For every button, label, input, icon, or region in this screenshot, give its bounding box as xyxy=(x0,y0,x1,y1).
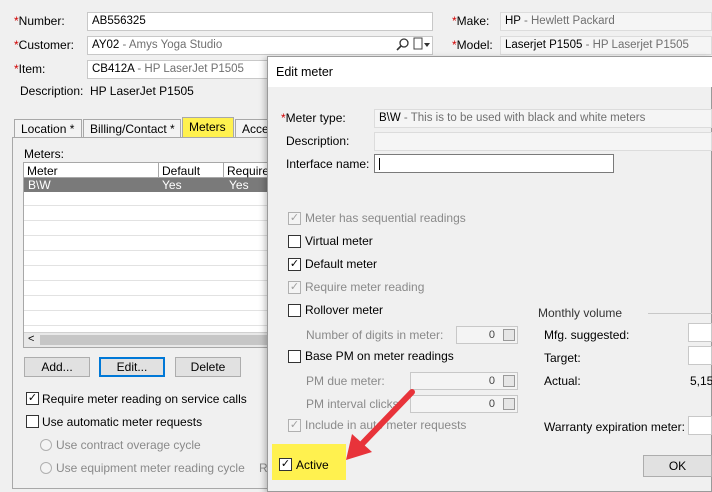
warranty-label: Warranty expiration meter: xyxy=(544,420,685,434)
meter-type-label: *Meter type: xyxy=(281,111,346,125)
number-label: *Number: xyxy=(14,14,65,28)
model-label: *Model: xyxy=(452,38,493,52)
base-pm-checkbox[interactable] xyxy=(288,350,301,363)
search-icon[interactable] xyxy=(396,38,410,52)
meter-type-field[interactable]: B\W - This is to be used with black and … xyxy=(374,109,712,128)
include-auto-checkbox[interactable]: ✓ xyxy=(288,419,301,432)
rollover-meter-label: Rollover meter xyxy=(305,303,384,317)
text-cursor xyxy=(379,158,380,170)
cell-required: Yes xyxy=(229,178,249,192)
empty-row xyxy=(24,222,270,236)
tab-billing-contact[interactable]: Billing/Contact * xyxy=(83,119,181,137)
require-meter-reading-checkbox[interactable]: ✓ xyxy=(288,281,301,294)
virtual-meter-label: Virtual meter xyxy=(305,234,373,248)
active-checkbox[interactable]: ✓ xyxy=(279,458,292,471)
rollover-meter-checkbox[interactable] xyxy=(288,304,301,317)
grid-header: Meter Default Required xyxy=(24,163,276,178)
equipment-cycle-radio[interactable] xyxy=(40,462,52,474)
base-pm-label: Base PM on meter readings xyxy=(305,349,454,363)
calculator-icon[interactable] xyxy=(503,329,515,341)
sequential-checkbox[interactable]: ✓ xyxy=(288,212,301,225)
mfg-suggested-input[interactable] xyxy=(688,323,712,342)
table-row[interactable]: B\W Yes Yes xyxy=(24,178,270,192)
group-divider xyxy=(648,313,712,314)
interface-name-label: Interface name: xyxy=(286,157,370,171)
target-label: Target: xyxy=(544,351,581,365)
calculator-icon[interactable] xyxy=(503,375,515,387)
mfg-suggested-label: Mfg. suggested: xyxy=(544,328,630,342)
meters-label: Meters: xyxy=(24,147,65,161)
digits-input[interactable]: 0 xyxy=(456,326,518,344)
empty-row xyxy=(24,252,270,266)
actual-label: Actual: xyxy=(544,374,581,388)
customer-label: *Customer: xyxy=(14,38,75,52)
cell-meter: B\W xyxy=(28,178,51,192)
ok-button[interactable]: OK xyxy=(643,455,712,477)
empty-row xyxy=(24,237,270,251)
calculator-icon[interactable] xyxy=(503,398,515,410)
column-meter[interactable]: Meter xyxy=(27,164,58,178)
dialog-description-label: Description: xyxy=(286,134,350,148)
interface-name-input[interactable] xyxy=(374,154,614,173)
make-label: *Make: xyxy=(452,14,490,28)
scroll-left-arrow[interactable]: < xyxy=(28,333,34,345)
empty-row xyxy=(24,207,270,221)
item-field[interactable]: CB412A - HP LaserJet P1505 xyxy=(87,60,277,79)
auto-requests-checkbox[interactable] xyxy=(26,415,39,428)
require-reading-label: Require meter reading on service calls xyxy=(42,392,247,406)
virtual-meter-checkbox[interactable] xyxy=(288,235,301,248)
auto-requests-label: Use automatic meter requests xyxy=(42,415,203,429)
delete-button[interactable]: Delete xyxy=(175,357,241,377)
dialog-description-field[interactable] xyxy=(374,132,712,151)
description-value: HP LaserJet P1505 xyxy=(90,84,194,98)
model-field[interactable]: Laserjet P1505 - HP Laserjet P1505 xyxy=(500,36,712,55)
empty-row xyxy=(24,192,270,206)
empty-row xyxy=(24,282,270,296)
contract-overage-radio[interactable] xyxy=(40,439,52,451)
require-reading-checkbox[interactable]: ✓ xyxy=(26,392,39,405)
horizontal-scrollbar[interactable]: < xyxy=(24,332,270,347)
tab-location[interactable]: Location * xyxy=(14,119,82,137)
description-label: Description: xyxy=(20,84,84,98)
empty-row xyxy=(24,267,270,281)
cell-default: Yes xyxy=(162,178,182,192)
dialog-titlebar: Edit meter xyxy=(268,57,712,87)
document-dropdown-icon[interactable] xyxy=(413,37,431,52)
empty-row xyxy=(24,297,270,311)
digits-label: Number of digits in meter: xyxy=(306,328,444,342)
empty-row xyxy=(24,312,270,326)
make-field[interactable]: HP - Hewlett Packard xyxy=(500,12,712,31)
actual-value: 5,15 xyxy=(690,374,712,388)
equipment-cycle-label: Use equipment meter reading cycle xyxy=(56,461,245,475)
active-label: Active xyxy=(296,458,329,472)
sequential-label: Meter has sequential readings xyxy=(305,211,466,225)
add-button[interactable]: Add... xyxy=(24,357,90,377)
contract-overage-label: Use contract overage cycle xyxy=(56,438,201,452)
monthly-volume-heading: Monthly volume xyxy=(538,306,623,320)
scrollbar-thumb[interactable] xyxy=(40,335,268,345)
item-label: *Item: xyxy=(14,62,46,76)
edit-button[interactable]: Edit... xyxy=(99,357,165,377)
number-field[interactable]: AB556325 xyxy=(87,12,433,31)
column-default[interactable]: Default xyxy=(162,164,200,178)
dialog-title: Edit meter xyxy=(276,65,333,79)
default-meter-checkbox[interactable]: ✓ xyxy=(288,258,301,271)
annotation-arrow xyxy=(346,389,415,460)
tab-meters[interactable]: Meters xyxy=(182,117,234,138)
require-meter-reading-label: Require meter reading xyxy=(305,280,425,294)
target-input[interactable] xyxy=(688,346,712,365)
customer-field[interactable]: AY02 - Amys Yoga Studio xyxy=(87,36,433,55)
warranty-input[interactable] xyxy=(688,416,712,435)
default-meter-label: Default meter xyxy=(305,257,378,271)
